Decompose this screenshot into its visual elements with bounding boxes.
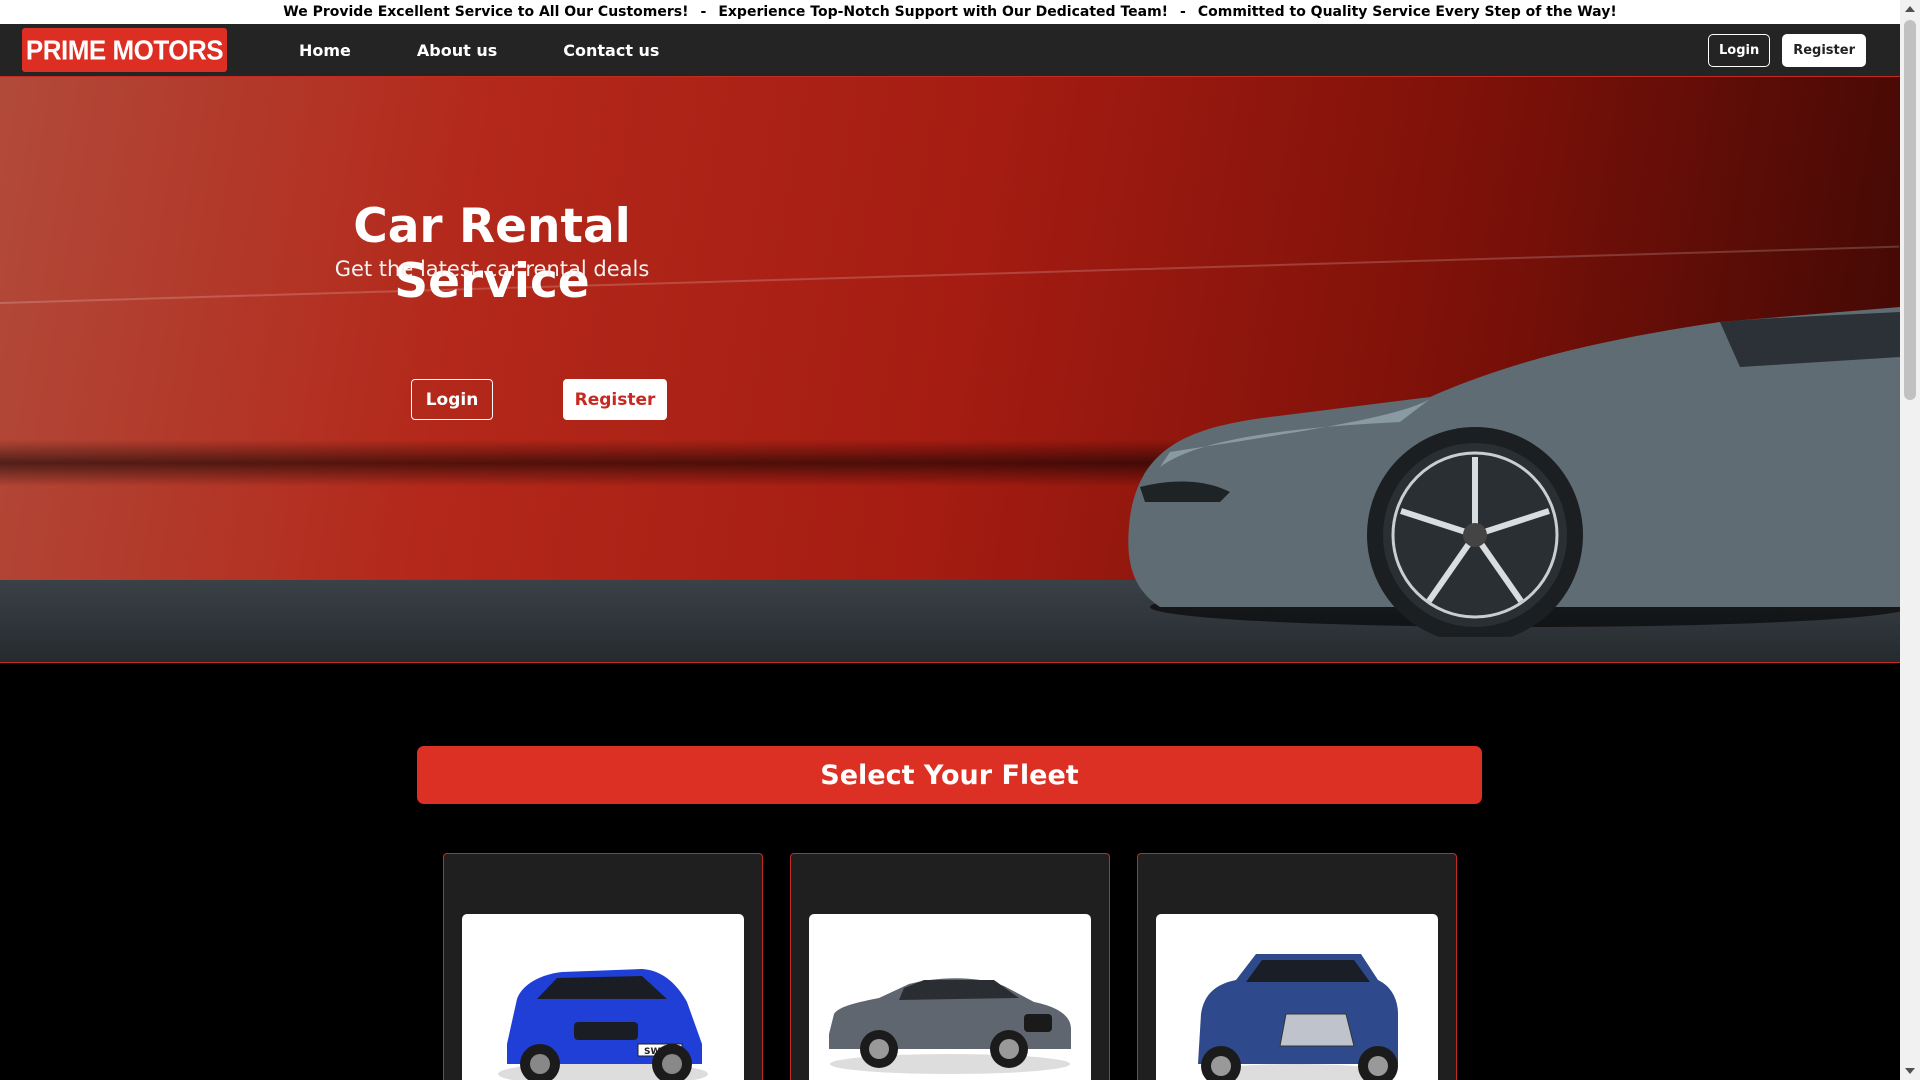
hero-title: Car Rental Service — [353, 199, 631, 309]
hero-register-button[interactable]: Register — [563, 379, 667, 420]
car-image-sedan — [809, 914, 1091, 1080]
nav-auth: Login Register — [1707, 33, 1866, 67]
scrollbar-thumb[interactable] — [1904, 20, 1916, 400]
ticker-separator: - — [1180, 4, 1186, 20]
hero-subtitle: Get the latest car rental deals — [334, 257, 650, 281]
page-scrollbar[interactable] — [1900, 0, 1920, 1080]
scroll-down-icon[interactable] — [1905, 1068, 1915, 1074]
ticker-message-1: We Provide Excellent Service to All Our … — [283, 4, 689, 20]
fleet-card-sedan[interactable] — [790, 853, 1110, 1080]
hero-car-image — [1128, 307, 1900, 637]
hero-banner: Car Rental Service Get the latest car re… — [0, 77, 1900, 663]
car-image-swift: SWIFT — [462, 914, 744, 1080]
nav-about-link[interactable]: About us — [417, 41, 497, 60]
ticker-message-3: Committed to Quality Service Every Step … — [1197, 4, 1617, 20]
navbar: PRIME MOTORS Home About us Contact us Lo… — [0, 24, 1900, 77]
nav-login-button[interactable]: Login — [1707, 33, 1771, 67]
fleet-heading: Select Your Fleet — [417, 746, 1482, 804]
announcement-ticker: We Provide Excellent Service to All Our … — [0, 0, 1900, 24]
logo[interactable]: PRIME MOTORS — [22, 27, 227, 73]
scroll-up-icon[interactable] — [1905, 6, 1915, 12]
car-image-suv — [1156, 914, 1438, 1080]
nav-contact-link[interactable]: Contact us — [563, 41, 659, 60]
nav-register-button[interactable]: Register — [1782, 33, 1866, 67]
nav-home-link[interactable]: Home — [299, 41, 351, 60]
fleet-card-suv[interactable] — [1137, 853, 1457, 1080]
nav-links: Home About us Contact us — [299, 41, 725, 60]
ticker-message-2: Experience Top-Notch Support with Our De… — [718, 4, 1169, 20]
fleet-card-swift[interactable]: SWIFT — [443, 853, 763, 1080]
ticker-separator: - — [700, 4, 707, 20]
hero-login-button[interactable]: Login — [411, 379, 493, 420]
